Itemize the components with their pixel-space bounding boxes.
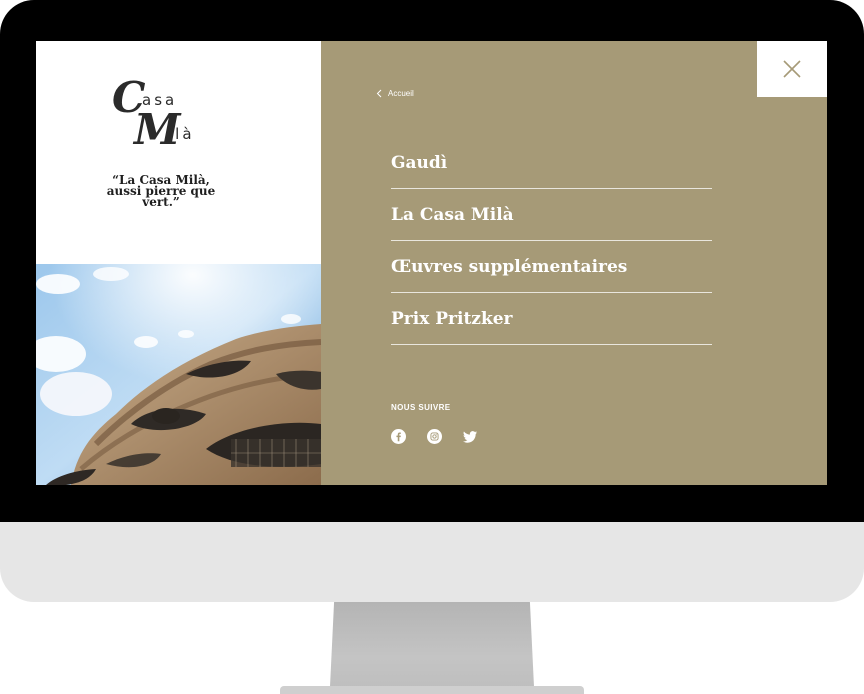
close-button[interactable] — [757, 41, 827, 97]
instagram-icon[interactable] — [427, 429, 442, 444]
back-link[interactable]: Accueil — [376, 89, 414, 98]
screen: C asa M ilà “La Casa Milà, aussi pierre … — [36, 41, 827, 485]
twitter-icon[interactable] — [463, 429, 478, 444]
logo-text-ila: ilà — [168, 125, 195, 143]
menu-item-pritzker[interactable]: Prix Pritzker — [391, 293, 712, 345]
casa-mila-photo — [36, 264, 321, 485]
brand-panel: C asa M ilà “La Casa Milà, aussi pierre … — [36, 41, 321, 485]
social-links — [391, 429, 478, 444]
close-icon — [783, 60, 801, 78]
menu-item-oeuvres[interactable]: Œuvres supplémentaires — [391, 241, 712, 293]
brand-quote: “La Casa Milà, aussi pierre que vert.” — [106, 173, 216, 209]
facebook-icon[interactable] — [391, 429, 406, 444]
follow-title: NOUS SUIVRE — [391, 403, 451, 412]
menu-item-casa-mila[interactable]: La Casa Milà — [391, 189, 712, 241]
casa-mila-logo[interactable]: C asa M ilà — [112, 73, 212, 154]
chevron-left-icon — [376, 89, 382, 98]
monitor-chin — [0, 522, 864, 602]
menu-item-gaudi[interactable]: Gaudì — [391, 137, 712, 189]
back-link-label: Accueil — [388, 89, 414, 98]
main-menu: Gaudì La Casa Milà Œuvres supplémentaire… — [391, 137, 712, 345]
monitor-foot — [280, 686, 584, 694]
monitor-stand — [330, 602, 534, 694]
